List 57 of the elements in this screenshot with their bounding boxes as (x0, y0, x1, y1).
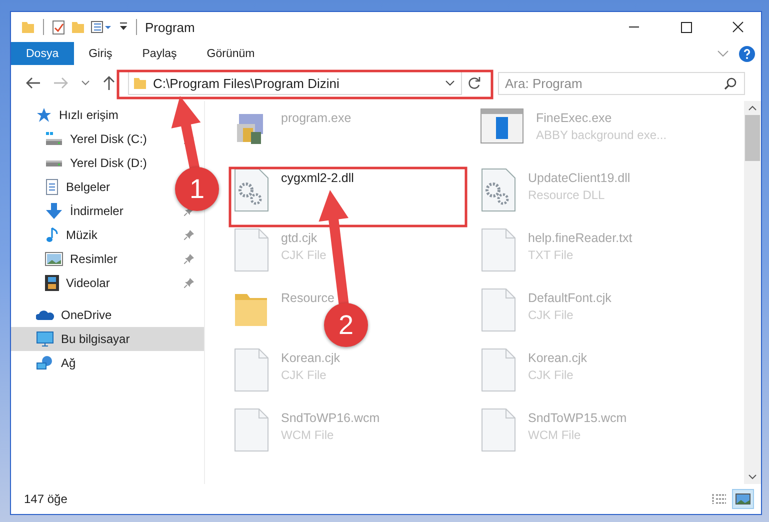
file-icon (233, 348, 269, 392)
drive-icon (45, 131, 63, 147)
back-icon[interactable] (25, 76, 41, 90)
ribbon-tab[interactable]: Dosya (11, 42, 74, 65)
cloud-icon (36, 309, 54, 321)
gear-file-icon (480, 168, 516, 212)
file-icon (233, 408, 269, 452)
network-icon (36, 355, 54, 371)
window-icon (480, 108, 524, 144)
search-icon[interactable] (724, 76, 737, 90)
sidebar-item[interactable]: Müzik (66, 228, 98, 242)
file-icon (480, 228, 516, 272)
sidebar-item[interactable]: Ağ (11, 351, 204, 375)
gear-file-icon (233, 168, 269, 212)
scroll-up-icon[interactable] (748, 105, 757, 111)
scroll-down-icon[interactable] (748, 474, 757, 480)
file-name[interactable]: cygxml2-2.dll (281, 171, 354, 185)
sidebar-item[interactable]: Resimler (70, 252, 118, 266)
properties-icon[interactable] (52, 20, 65, 34)
ribbon-tab[interactable]: Giriş (74, 42, 128, 65)
item-count: 147 öğe (24, 492, 68, 506)
star-icon (36, 107, 52, 123)
film-icon (45, 275, 59, 291)
file-icon (480, 348, 516, 392)
help-icon[interactable] (739, 46, 755, 62)
ribbon-tab[interactable]: Paylaş (127, 42, 192, 65)
drive-icon (45, 160, 63, 166)
large-icons-view-icon[interactable] (733, 490, 753, 508)
sidebar-item[interactable]: Yerel Disk (D:) (70, 156, 147, 170)
customize-icon[interactable] (91, 21, 113, 33)
monitor-icon (36, 331, 54, 347)
chevron-icon[interactable] (717, 50, 729, 58)
scroll-thumb[interactable] (745, 115, 760, 161)
search-field[interactable]: Ara: Program (498, 72, 745, 94)
dropdown-icon[interactable] (445, 80, 455, 86)
file-icon (233, 228, 269, 272)
sidebar-item[interactable]: İndirmeler (70, 204, 124, 218)
recent-icon[interactable] (81, 80, 90, 86)
sidebar-item[interactable]: Hızlı erişim (11, 103, 204, 127)
up-icon[interactable] (102, 75, 116, 91)
sidebar-item[interactable]: Yerel Disk (C:) (70, 132, 147, 146)
music-note-icon (45, 227, 59, 243)
sidebar-item[interactable]: Videolar (66, 276, 110, 290)
dropdown-icon[interactable] (119, 22, 128, 32)
file-icon (480, 288, 516, 332)
address-field[interactable]: C:\Program Files\Program Dizini (128, 71, 462, 95)
ribbon-tab[interactable]: Görünüm (192, 42, 270, 65)
sidebar-item[interactable]: Bu bilgisayar (11, 327, 204, 351)
sidebar-item[interactable]: Belgeler (66, 180, 110, 194)
download-arrow-icon (45, 203, 63, 219)
document-icon (45, 179, 59, 195)
scrollbar[interactable] (744, 101, 761, 484)
file-icon (480, 408, 516, 452)
window-title: Program (145, 20, 195, 34)
pictures-icon (45, 252, 63, 266)
folder-icon (133, 76, 147, 90)
sidebar-item[interactable]: OneDrive (11, 303, 204, 327)
